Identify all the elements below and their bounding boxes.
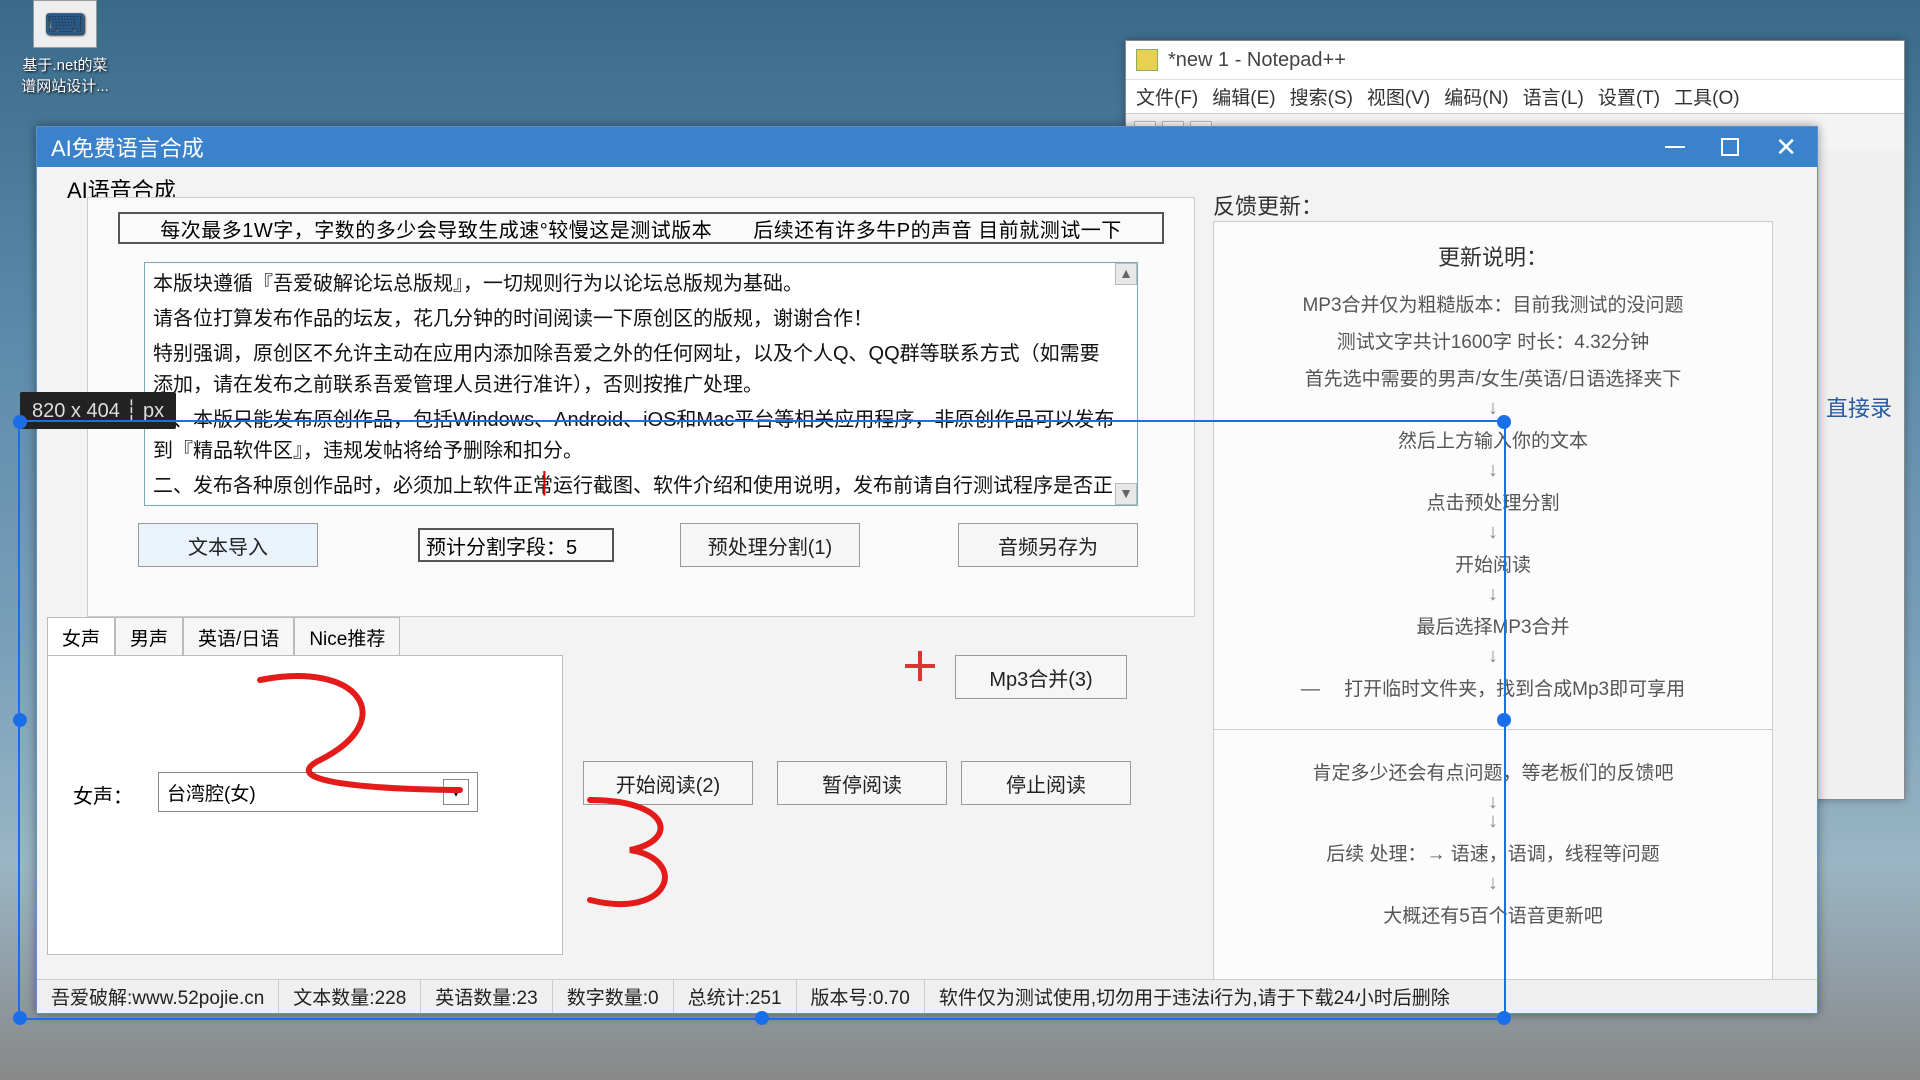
feedback-line: 最后选择MP3合并: [1234, 612, 1752, 639]
arrow-down-icon: ↓: [1234, 810, 1752, 833]
import-text-button[interactable]: 文本导入: [138, 523, 318, 567]
status-eng-count: 英语数量:23: [421, 980, 552, 1013]
voice-tab-pane: 女声： 台湾腔(女) ▾: [47, 655, 563, 955]
selection-handle[interactable]: [13, 713, 27, 727]
shortcut-icon: ⌨: [33, 0, 97, 48]
tab-nice[interactable]: Nice推荐: [294, 617, 400, 657]
feedback-section-label: 反馈更新：: [1213, 189, 1323, 221]
crosshair-icon: [905, 651, 935, 681]
minimize-icon[interactable]: [1665, 146, 1685, 148]
menu-view[interactable]: 视图(V): [1367, 83, 1430, 110]
notepadpp-editor-text: 直接录: [1826, 391, 1892, 423]
pause-read-button[interactable]: 暂停阅读: [777, 761, 947, 805]
status-total: 总统计:251: [674, 980, 797, 1013]
menu-settings[interactable]: 设置(T): [1598, 83, 1660, 110]
update-title: 更新说明：: [1234, 240, 1752, 272]
menu-search[interactable]: 搜索(S): [1290, 83, 1353, 110]
feedback-line: 大概还有5百个语音更新吧: [1234, 901, 1752, 928]
menu-encoding[interactable]: 编码(N): [1444, 83, 1508, 110]
arrow-down-icon: ↓: [1234, 459, 1752, 482]
status-num-count: 数字数量:0: [553, 980, 674, 1013]
arrow-down-icon: ↓: [1234, 521, 1752, 544]
input-panel: 每次最多1W字，字数的多少会导致生成速°较慢这是测试版本 后续还有许多牛P的声音…: [87, 197, 1195, 617]
maximize-icon[interactable]: [1721, 138, 1739, 156]
arrow-down-icon: ↓: [1234, 583, 1752, 606]
mp3-merge-button[interactable]: Mp3合并(3): [955, 655, 1127, 699]
feedback-line: 然后上方输入你的文本: [1234, 426, 1752, 453]
feedback-line: 肯定多少还会有点问题，等老板们的反馈吧: [1234, 758, 1752, 785]
main-textarea[interactable]: ▲ 本版块遵循『吾爱破解论坛总版规』，一切规则行为以论坛总版规为基础。 请各位打…: [144, 262, 1138, 506]
feedback-line: 点击预处理分割: [1234, 488, 1752, 515]
banner-text: 每次最多1W字，字数的多少会导致生成速°较慢这是测试版本 后续还有许多牛P的声音…: [118, 212, 1164, 244]
stop-read-button[interactable]: 停止阅读: [961, 761, 1131, 805]
status-text-count: 文本数量:228: [279, 980, 421, 1013]
voice-select[interactable]: 台湾腔(女) ▾: [158, 772, 478, 812]
ai-speech-window[interactable]: AI免费语言合成 ✕ AI语音合成 每次最多1W字，字数的多少会导致生成速°较慢…: [36, 126, 1818, 1014]
status-version: 版本号:0.70: [797, 980, 925, 1013]
text-caret-icon: |: [541, 461, 548, 501]
notepadpp-menu[interactable]: 文件(F) 编辑(E) 搜索(S) 视图(V) 编码(N) 语言(L) 设置(T…: [1126, 79, 1904, 113]
feedback-line: 测试文字共计1600字 时长：4.32分钟: [1234, 327, 1752, 354]
audio-save-as-button[interactable]: 音频另存为: [958, 523, 1138, 567]
tab-female[interactable]: 女声: [47, 617, 115, 657]
menu-tools[interactable]: 工具(O): [1674, 83, 1739, 110]
ai-titlebar[interactable]: AI免费语言合成 ✕: [37, 127, 1817, 167]
shortcut-label: 基于.net的菜谱网站设计...: [20, 54, 110, 96]
preprocess-button[interactable]: 预处理分割(1): [680, 523, 860, 567]
ai-window-title: AI免费语言合成: [51, 131, 204, 163]
menu-language[interactable]: 语言(L): [1523, 83, 1584, 110]
feedback-line: — 打开临时文件夹，找到合成Mp3即可享用: [1234, 674, 1752, 701]
status-bar: 吾爱破解:www.52pojie.cn 文本数量:228 英语数量:23 数字数…: [37, 979, 1817, 1013]
notepadpp-title: *new 1 - Notepad++: [1168, 49, 1346, 72]
notepadpp-titlebar[interactable]: *new 1 - Notepad++: [1126, 41, 1904, 79]
feedback-line: 后续 处理：→ 语速，语调，线程等问题: [1234, 839, 1752, 866]
dropdown-arrow-icon[interactable]: ▾: [443, 779, 469, 805]
feedback-line: MP3合并仅为粗糙版本：目前我测试的没问题: [1234, 290, 1752, 317]
close-icon[interactable]: ✕: [1775, 132, 1797, 163]
tab-english-japanese[interactable]: 英语/日语: [183, 617, 294, 657]
voice-select-value: 台湾腔(女): [167, 779, 256, 806]
feedback-line: 首先选中需要的男声/女生/英语/日语选择夹下: [1234, 364, 1752, 391]
selection-handle[interactable]: [13, 1011, 27, 1025]
scroll-up-icon[interactable]: ▲: [1115, 263, 1137, 285]
selection-dimensions-label: 820 x 404 ┆ px: [20, 392, 176, 429]
voice-label: 女声：: [73, 780, 133, 809]
menu-edit[interactable]: 编辑(E): [1212, 83, 1275, 110]
arrow-down-icon: ↓: [1234, 645, 1752, 668]
arrow-down-icon: ↓: [1234, 872, 1752, 895]
status-warning: 软件仅为测试使用,切勿用于违法i行为,请于下载24小时后删除: [925, 983, 1817, 1010]
arrow-down-icon: ↓: [1234, 397, 1752, 420]
feedback-line: 开始阅读: [1234, 550, 1752, 577]
feedback-panel: 更新说明： MP3合并仅为粗糙版本：目前我测试的没问题 测试文字共计1600字 …: [1213, 221, 1773, 1001]
desktop-shortcut[interactable]: ⌨ 基于.net的菜谱网站设计...: [20, 0, 110, 96]
voice-tabs: 女声 男声 英语/日语 Nice推荐: [47, 617, 400, 657]
notepadpp-icon: [1136, 49, 1158, 71]
start-read-button[interactable]: 开始阅读(2): [583, 761, 753, 805]
status-site: 吾爱破解:www.52pojie.cn: [37, 980, 279, 1013]
tab-male[interactable]: 男声: [115, 617, 183, 657]
segment-count-field[interactable]: 预计分割字段：5: [418, 528, 614, 562]
scroll-down-icon[interactable]: ▼: [1115, 483, 1137, 505]
menu-file[interactable]: 文件(F): [1136, 83, 1198, 110]
